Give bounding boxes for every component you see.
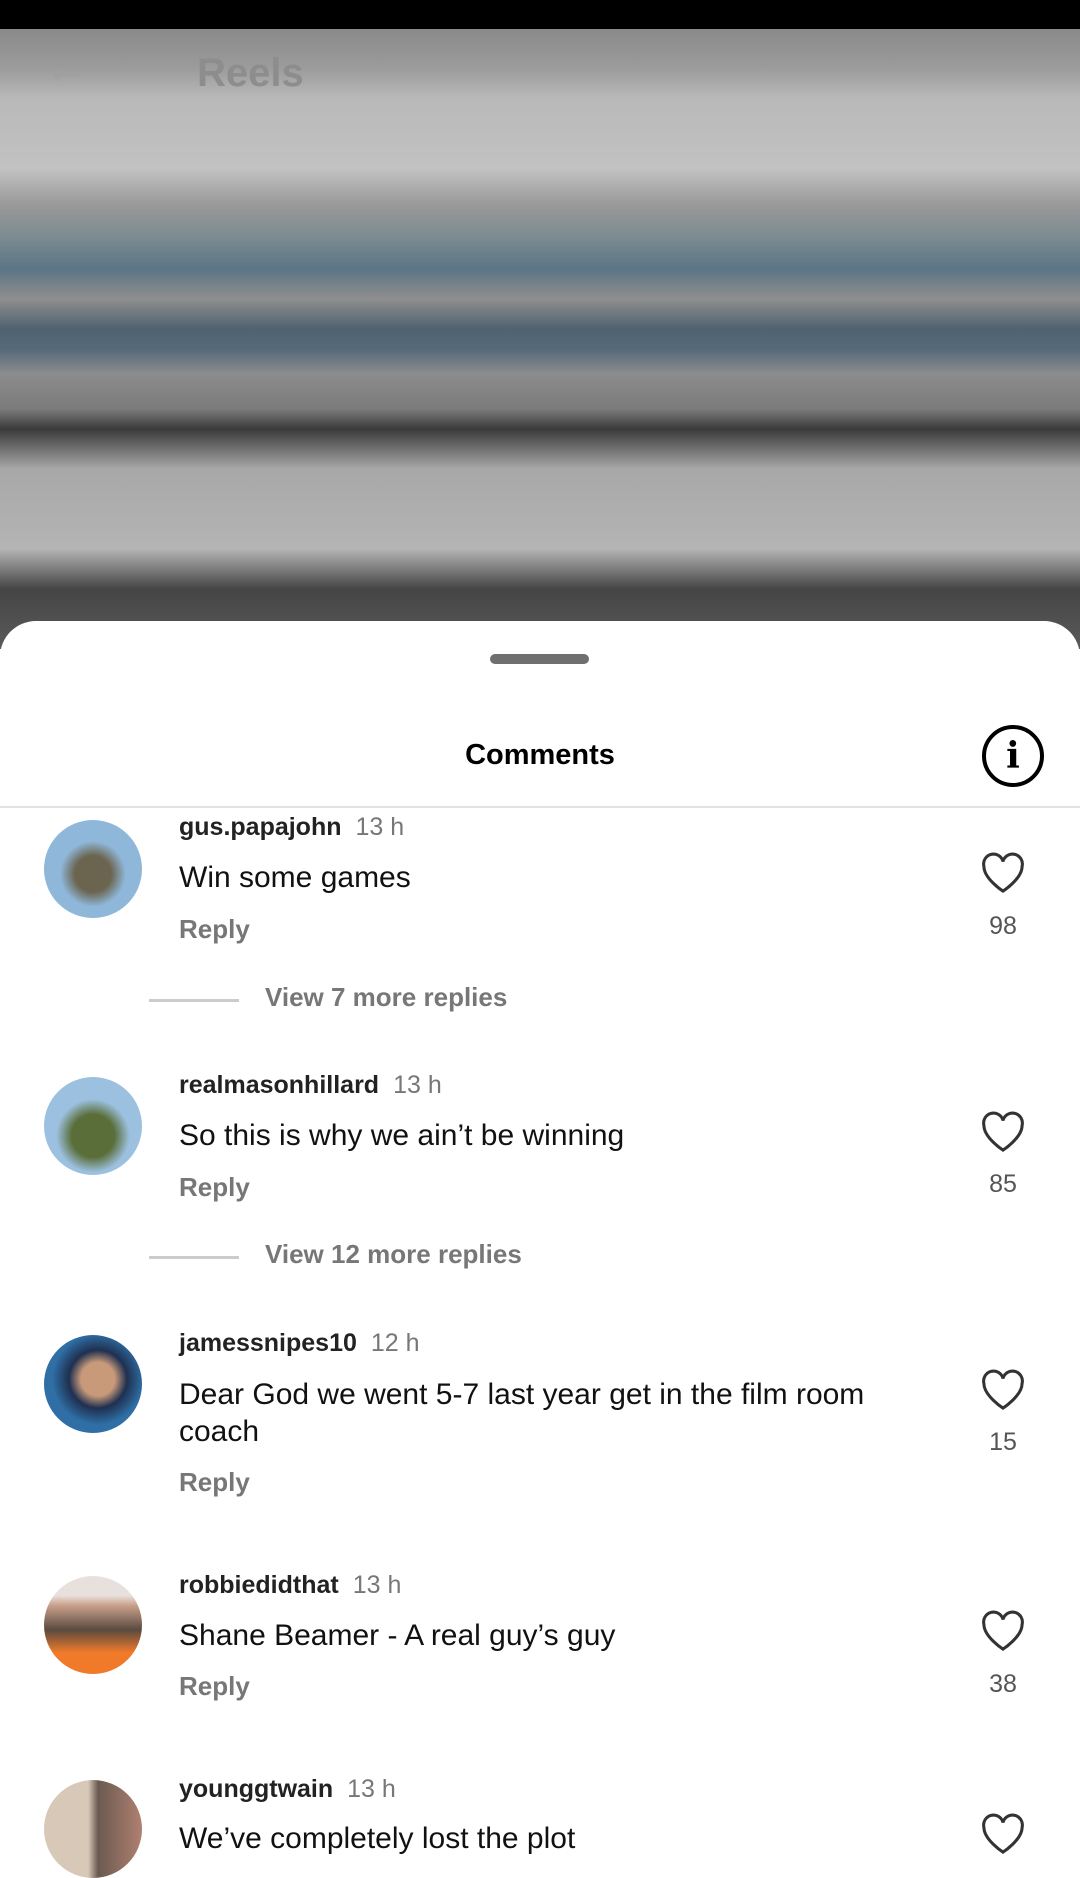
comment-text: So this is why we ain’t be winning <box>179 1119 625 1152</box>
avatar[interactable] <box>44 1576 142 1674</box>
like-count: 98 <box>989 912 1017 940</box>
avatar[interactable] <box>44 1077 142 1175</box>
comment-text: Shane Beamer - A real guy’s guy <box>179 1619 616 1652</box>
timestamp: 12 h <box>370 1329 420 1357</box>
username[interactable]: realmasonhillard <box>179 1071 379 1099</box>
username[interactable]: younggtwain <box>179 1775 333 1803</box>
heart-icon[interactable] <box>980 1813 1026 1855</box>
timestamp: 13 h <box>355 813 405 841</box>
heart-icon[interactable] <box>980 1111 1026 1153</box>
divider <box>149 999 239 1002</box>
comment-text: Win some games <box>179 861 411 894</box>
username[interactable]: robbiedidthat <box>179 1571 339 1599</box>
comment-username[interactable]: gus.papajohn 13 h <box>179 813 404 842</box>
like-count: 85 <box>989 1170 1017 1198</box>
view-replies-button[interactable]: View 12 more replies <box>149 1239 749 1275</box>
comment-username[interactable]: younggtwain 13 h <box>179 1775 396 1804</box>
view-replies-label[interactable]: View 7 more replies <box>265 982 507 1013</box>
view-replies-button[interactable]: View 7 more replies <box>149 982 749 1018</box>
comment-username[interactable]: realmasonhillard 13 h <box>179 1071 442 1100</box>
avatar[interactable] <box>44 1335 142 1433</box>
avatar[interactable] <box>44 820 142 918</box>
like-count: 38 <box>989 1670 1017 1698</box>
view-replies-label[interactable]: View 12 more replies <box>265 1239 522 1270</box>
timestamp: 13 h <box>393 1071 442 1099</box>
comment-list: gus.papajohn 13 h Win some games Reply 98… <box>0 0 1080 1878</box>
reply-button[interactable]: Reply <box>179 1467 250 1498</box>
comment-text: We’ve completely lost the plot <box>179 1822 576 1855</box>
reply-button[interactable]: Reply <box>179 1671 250 1702</box>
heart-icon[interactable] <box>980 1369 1026 1411</box>
comment-username[interactable]: jamessnipes10 12 h <box>179 1329 420 1358</box>
avatar[interactable] <box>44 1780 142 1878</box>
username[interactable]: gus.papajohn <box>179 813 342 841</box>
comment-text: Dear God we went 5-7 last year get in th… <box>179 1378 865 1448</box>
timestamp: 13 h <box>347 1775 396 1803</box>
heart-icon[interactable] <box>980 852 1026 894</box>
username[interactable]: jamessnipes10 <box>179 1329 357 1357</box>
timestamp: 13 h <box>352 1571 402 1599</box>
comment-username[interactable]: robbiedidthat 13 h <box>179 1571 401 1600</box>
reply-button[interactable]: Reply <box>179 914 250 945</box>
like-count: 15 <box>989 1428 1017 1456</box>
reply-button[interactable]: Reply <box>179 1172 250 1203</box>
heart-icon[interactable] <box>980 1610 1026 1652</box>
divider <box>149 1256 239 1259</box>
